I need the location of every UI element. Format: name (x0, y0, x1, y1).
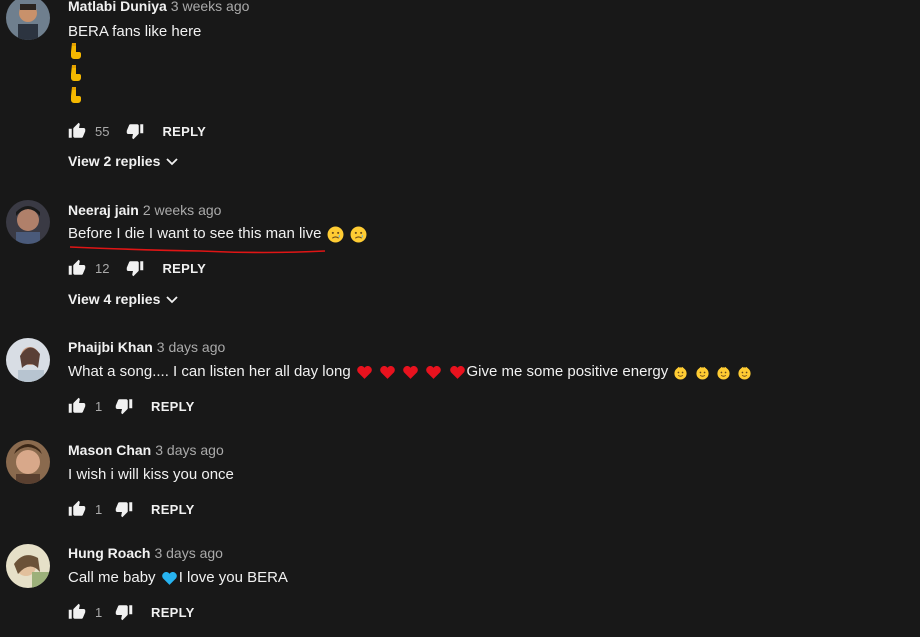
comment-actions: 1 REPLY (68, 602, 195, 622)
comment-header: Matlabi Duniya 3 weeks ago (68, 0, 249, 14)
comment-text-row: What a song.... I can listen her all day… (68, 362, 753, 382)
comment-actions: 12 REPLY (68, 258, 206, 278)
like-count: 1 (95, 604, 103, 620)
view-replies-label: View 2 replies (68, 153, 161, 169)
author-name[interactable]: Phaijbi Khan (68, 339, 153, 355)
like-count: 1 (95, 501, 103, 517)
smiley-emoji (737, 365, 752, 380)
comment-actions: 1 REPLY (68, 396, 195, 416)
avatar[interactable] (6, 440, 50, 484)
dislike-icon[interactable] (126, 259, 144, 277)
comment-text: Give me some positive energy (466, 363, 669, 380)
avatar[interactable] (6, 0, 50, 40)
red-heart-emoji (449, 365, 466, 380)
red-heart-emoji (379, 365, 396, 380)
dislike-icon[interactable] (115, 397, 133, 415)
comment-actions: 1 REPLY (68, 499, 195, 519)
comment-text: I love you BERA (178, 569, 288, 586)
comment-text: Before I die I want to see this man live (68, 225, 322, 242)
view-replies-button[interactable]: View 4 replies (68, 291, 178, 307)
comment-text: Call me baby (68, 569, 156, 586)
like-icon[interactable] (68, 500, 86, 518)
timestamp[interactable]: 3 days ago (157, 339, 226, 355)
blue-heart-emoji (161, 571, 178, 586)
dislike-icon[interactable] (115, 500, 133, 518)
smiley-emoji (695, 365, 710, 380)
comment-header: Phaijbi Khan 3 days ago (68, 339, 225, 355)
point-down-emoji (69, 64, 83, 86)
like-count: 12 (95, 260, 110, 276)
author-name[interactable]: Hung Roach (68, 545, 150, 561)
author-name[interactable]: Matlabi Duniya (68, 0, 167, 14)
comment-actions: 55 REPLY (68, 121, 206, 141)
timestamp[interactable]: 3 days ago (155, 442, 224, 458)
like-icon[interactable] (68, 603, 86, 621)
like-icon[interactable] (68, 397, 86, 415)
view-replies-label: View 4 replies (68, 291, 161, 307)
view-replies-button[interactable]: View 2 replies (68, 153, 178, 169)
red-heart-emoji (425, 365, 442, 380)
smiley-emoji (673, 365, 688, 380)
avatar[interactable] (6, 544, 50, 588)
red-heart-emoji (402, 365, 419, 380)
comment-text-row: Call me baby I love you BERA (68, 568, 288, 588)
point-down-emoji (69, 86, 83, 108)
like-count: 1 (95, 398, 103, 414)
red-underline-annotation (69, 246, 326, 254)
reply-button[interactable]: REPLY (151, 605, 195, 620)
dislike-icon[interactable] (115, 603, 133, 621)
author-name[interactable]: Mason Chan (68, 442, 151, 458)
chevron-down-icon (166, 291, 178, 307)
timestamp[interactable]: 3 weeks ago (171, 0, 250, 14)
comment-header: Neeraj jain 2 weeks ago (68, 202, 221, 218)
sad-tear-emoji (350, 226, 367, 243)
like-count: 55 (95, 123, 110, 139)
reply-button[interactable]: REPLY (162, 261, 206, 276)
comment-header: Mason Chan 3 days ago (68, 442, 224, 458)
red-heart-emoji (356, 365, 373, 380)
chevron-down-icon (166, 153, 178, 169)
timestamp[interactable]: 2 weeks ago (143, 202, 222, 218)
avatar[interactable] (6, 200, 50, 244)
dislike-icon[interactable] (126, 122, 144, 140)
reply-button[interactable]: REPLY (162, 124, 206, 139)
comment-header: Hung Roach 3 days ago (68, 545, 223, 561)
emoji-column (68, 42, 84, 108)
comment-text: What a song.... I can listen her all day… (68, 363, 351, 380)
smiley-emoji (716, 365, 731, 380)
author-name[interactable]: Neeraj jain (68, 202, 139, 218)
comment-text-row: Before I die I want to see this man live (68, 224, 368, 244)
comment-text: BERA fans like here (68, 23, 202, 40)
like-icon[interactable] (68, 259, 86, 277)
reply-button[interactable]: REPLY (151, 502, 195, 517)
avatar[interactable] (6, 338, 50, 382)
timestamp[interactable]: 3 days ago (154, 545, 223, 561)
sad-tear-emoji (327, 226, 344, 243)
reply-button[interactable]: REPLY (151, 399, 195, 414)
comment-text: I wish i will kiss you once (68, 466, 234, 483)
like-icon[interactable] (68, 122, 86, 140)
point-down-emoji (69, 42, 83, 64)
